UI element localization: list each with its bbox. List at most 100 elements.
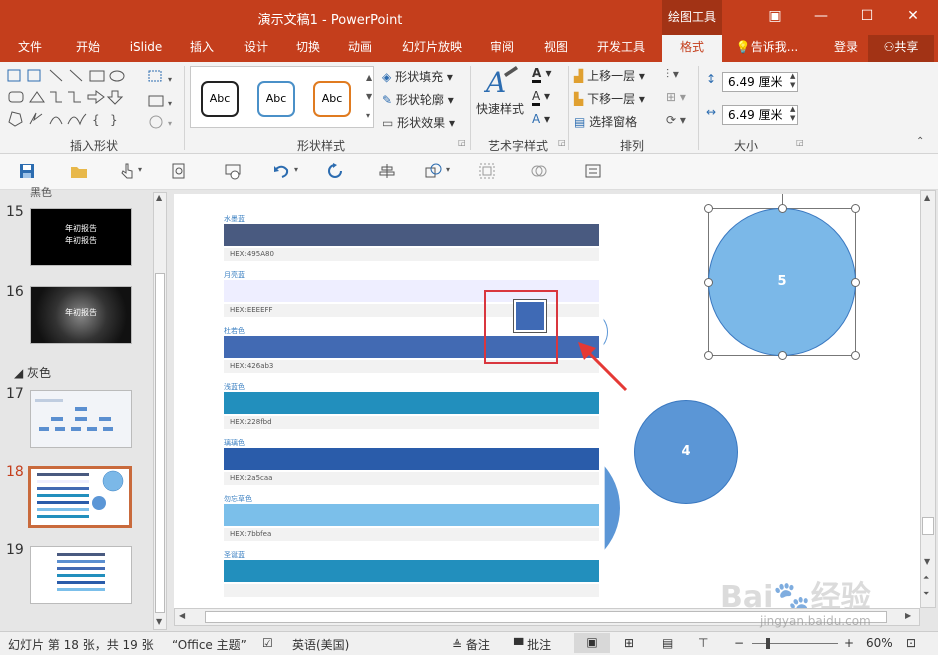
resize-handle-tr[interactable] <box>851 204 860 213</box>
selection-pane-button[interactable]: ▤ 选择窗格 <box>574 113 637 130</box>
tab-transitions[interactable]: 切换 <box>286 35 330 62</box>
shape-width-input[interactable]: 6.49 厘米 <box>722 105 798 125</box>
redo-icon[interactable] <box>326 162 344 180</box>
notes-button[interactable]: ≜ 备注 <box>452 636 490 653</box>
quick-styles-button[interactable]: A 快速样式 <box>476 64 526 120</box>
tab-view[interactable]: 视图 <box>534 35 578 62</box>
save-icon[interactable] <box>18 162 36 180</box>
slide-thumbnail-18-selected[interactable] <box>28 466 132 528</box>
tab-islide[interactable]: iSlide <box>120 35 172 62</box>
resize-handle-tl[interactable] <box>704 204 713 213</box>
collapse-ribbon-icon[interactable]: ⌃ <box>916 136 924 147</box>
thumbnail-scrollbar[interactable]: ▲ ▼ <box>153 192 167 630</box>
spellcheck-icon[interactable]: ☑ <box>262 636 273 650</box>
shapes-gallery[interactable]: { } <box>6 68 136 130</box>
gallery-scroll[interactable]: ▲ ▼ ▾ <box>366 68 376 126</box>
section-gray-label[interactable]: ◢ 灰色 <box>14 364 51 381</box>
style-preset-2[interactable]: Abc <box>257 81 295 117</box>
zoom-slider-thumb[interactable] <box>766 638 770 649</box>
undo-dropdown-icon[interactable]: ▾ <box>294 165 298 174</box>
style-preset-3[interactable]: Abc <box>313 81 351 117</box>
group-icon[interactable]: ⊞ ▾ <box>666 90 686 104</box>
bring-forward-button[interactable]: ▟ 上移一层 ▾ <box>574 67 645 84</box>
undo-icon[interactable] <box>272 162 290 180</box>
reading-view-icon[interactable]: ▤ <box>662 636 673 650</box>
resize-handle-t[interactable] <box>778 204 787 213</box>
previous-slide-icon[interactable]: ⏶ <box>923 573 929 583</box>
tab-slideshow[interactable]: 幻灯片放映 <box>394 35 470 62</box>
scroll-up-icon[interactable]: ▲ <box>156 193 162 202</box>
vertical-scroll-thumb[interactable] <box>922 517 934 535</box>
resize-handle-br[interactable] <box>851 351 860 360</box>
color-bar[interactable] <box>224 504 599 526</box>
slide-canvas[interactable]: 水墨蓝 HEX:495A80 月亮蓝 HEX:EEEEFF 杜若色 HEX:42… <box>174 194 920 608</box>
maximize-icon[interactable]: ☐ <box>844 0 890 35</box>
width-spinner[interactable]: ▲ ▼ <box>790 105 795 123</box>
group-objects-icon[interactable] <box>478 162 496 180</box>
align-icon[interactable]: ⫶ ▾ <box>666 67 679 82</box>
resize-handle-bl[interactable] <box>704 351 713 360</box>
zoom-out-icon[interactable]: − <box>734 636 744 650</box>
signin-link[interactable]: 登录 <box>826 35 866 62</box>
circle-shape-5-selected[interactable]: 5 <box>708 208 856 356</box>
normal-view-icon[interactable]: ▣ <box>574 633 610 653</box>
dropdown-arrow-icon[interactable]: ▾ <box>138 165 142 174</box>
shape-height-input[interactable]: 6.49 厘米 <box>722 72 798 92</box>
text-fill-icon[interactable]: A ▾ <box>532 66 552 83</box>
scroll-left-icon[interactable]: ◀ <box>179 611 185 620</box>
open-folder-icon[interactable] <box>70 162 88 180</box>
tell-me-box[interactable]: 💡告诉我... <box>732 35 802 62</box>
tab-animations[interactable]: 动画 <box>338 35 382 62</box>
scroll-down-icon[interactable]: ▼ <box>156 617 162 626</box>
language[interactable]: 英语(美国) <box>292 636 349 653</box>
dialog-launcher-icon[interactable]: ◲ <box>796 138 804 147</box>
tab-design[interactable]: 设计 <box>234 35 278 62</box>
text-outline-icon[interactable]: A ▾ <box>532 89 550 106</box>
next-slide-icon[interactable]: ⏷ <box>923 589 929 599</box>
color-bar[interactable] <box>224 560 599 582</box>
slide-vertical-scrollbar[interactable]: ▲ ▼ ⏶ ⏷ <box>920 190 936 608</box>
scroll-right-icon[interactable]: ▶ <box>905 611 911 620</box>
ribbon-display-icon[interactable]: ▣ <box>752 0 798 35</box>
scroll-down-icon[interactable]: ▼ <box>924 557 930 566</box>
color-bar[interactable] <box>224 448 599 470</box>
height-spinner[interactable]: ▲ ▼ <box>790 72 795 90</box>
style-preset-1[interactable]: Abc <box>201 81 239 117</box>
zoom-level[interactable]: 60% <box>866 636 893 650</box>
merge-shapes-icon[interactable] <box>530 162 548 180</box>
rotate-icon[interactable]: ⟳ ▾ <box>666 113 686 127</box>
slide-thumbnail-17[interactable] <box>30 390 132 448</box>
tab-format[interactable]: 格式 <box>662 35 722 62</box>
share-button[interactable]: ⚇共享 <box>868 35 934 62</box>
close-icon[interactable]: ✕ <box>890 0 936 35</box>
resize-handle-b[interactable] <box>778 351 787 360</box>
shapes-icon[interactable] <box>424 162 442 180</box>
tab-developer[interactable]: 开发工具 <box>588 35 654 62</box>
scroll-up-icon[interactable]: ▲ <box>924 193 930 202</box>
shape-effects-button[interactable]: ▭ 形状效果 ▾ <box>382 114 455 131</box>
shape-outline-button[interactable]: ✎ 形状轮廓 ▾ <box>382 91 454 108</box>
print-preview-icon[interactable] <box>170 162 188 180</box>
tab-home[interactable]: 开始 <box>64 35 112 62</box>
resize-handle-l[interactable] <box>704 278 713 287</box>
dialog-launcher-icon[interactable]: ◲ <box>558 138 566 147</box>
slide-thumbnail-15[interactable]: 年初报告 年初报告 <box>30 208 132 266</box>
comments-button[interactable]: ▀ 批注 <box>514 636 551 653</box>
send-backward-button[interactable]: ▙ 下移一层 ▾ <box>574 90 645 107</box>
slideshow-icon[interactable]: ⊤ <box>698 636 708 650</box>
touch-mode-icon[interactable] <box>118 162 136 180</box>
minimize-icon[interactable]: — <box>798 0 844 35</box>
fit-slide-icon[interactable]: ⊡ <box>906 636 916 650</box>
dialog-launcher-icon[interactable]: ◲ <box>458 138 466 147</box>
edit-shape-tools[interactable]: ▾ ▾ ▾ <box>146 68 176 130</box>
align-center-icon[interactable] <box>378 162 396 180</box>
circle-shape-4[interactable]: 4 <box>634 400 738 504</box>
color-bar[interactable] <box>224 392 599 414</box>
slideshow-from-start-icon[interactable] <box>224 162 242 180</box>
zoom-slider[interactable] <box>752 638 838 649</box>
slide-thumbnail-19[interactable] <box>30 546 132 604</box>
shapes-dropdown-icon[interactable]: ▾ <box>446 165 450 174</box>
text-box-icon[interactable] <box>584 162 602 180</box>
zoom-in-icon[interactable]: + <box>844 636 854 650</box>
slide-sorter-icon[interactable]: ⊞ <box>624 636 634 650</box>
